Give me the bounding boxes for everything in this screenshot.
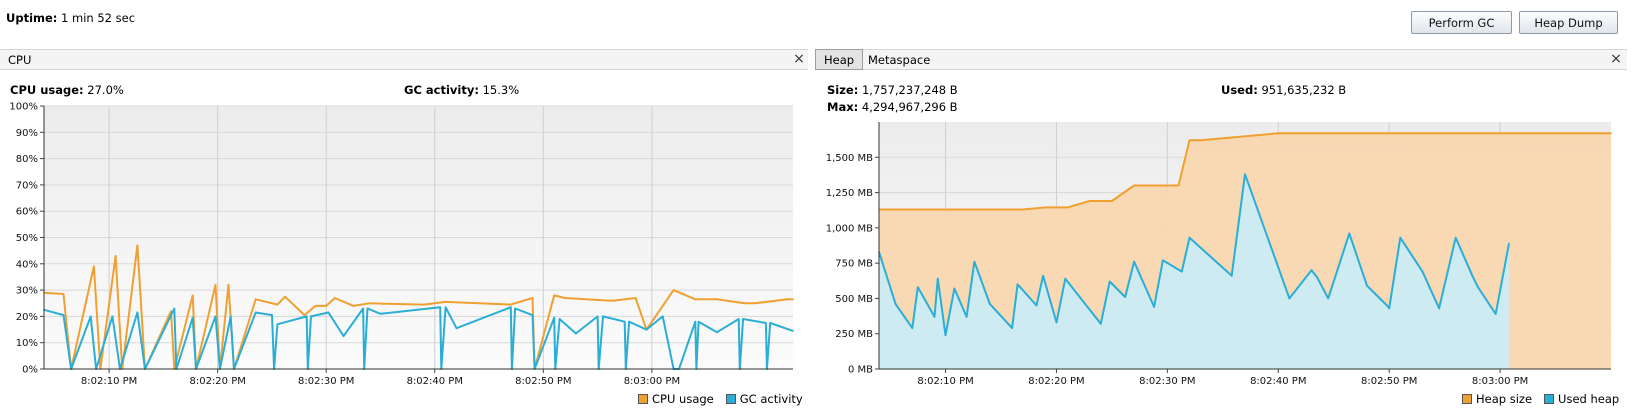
heap-plot: 0 MB 250 MB 500 MB 750 MB 1,000 MB 1,250 MB 1,… [826,122,1612,387]
heap-ytick-label: 1,500 MB [826,153,873,164]
heap-size-point [1111,200,1113,202]
used-heap-point [953,287,956,290]
heap-xtick-label: 8:02:50 PM [1361,376,1417,387]
used-heap-point [1244,173,1246,176]
heap-size-point [1610,132,1612,135]
used-heap-point [1310,269,1313,272]
used-heap-point [917,286,919,288]
used-heap-point [1366,284,1368,287]
used-heap-point [944,334,947,336]
heap-size-point [1044,206,1047,209]
used-heap-point [1133,260,1135,263]
used-heap-point [1508,242,1510,245]
used-heap-point [1124,296,1127,298]
used-heap-swatch [1544,394,1555,404]
used-heap-point [911,327,914,329]
heap-ytick-label: 1,000 MB [826,223,873,234]
heap-ytick-label: 750 MB [835,259,873,270]
heap-size-point [911,208,914,211]
heap-size-point [1133,184,1135,187]
heap-size-point [1177,184,1180,187]
used-heap-point [1055,321,1058,324]
heap-xtick-label: 8:02:40 PM [1250,376,1306,387]
used-heap-point [936,277,939,280]
used-heap-point [1421,270,1424,273]
used-heap-point [933,315,936,318]
used-heap-point [1388,307,1390,310]
used-heap-point [1083,301,1085,304]
used-heap-point [965,315,968,318]
used-heap-point [1454,236,1457,239]
used-heap-point [1316,276,1318,279]
heap-size-point [1066,206,1069,209]
used-heap-point [1108,280,1111,283]
heap-ytick-label: 500 MB [835,294,873,305]
used-heap-point [1011,327,1013,329]
used-heap-point [1042,275,1044,277]
used-heap-point [1438,307,1440,310]
heap-size-point [1199,139,1202,142]
heap-size-swatch [1462,394,1472,404]
used-heap-point [1348,232,1351,235]
used-heap-point [1064,277,1067,280]
heap-xtick-label: 8:02:30 PM [1139,376,1195,387]
used-heap-point [1327,297,1329,300]
heap-size-point [1022,208,1024,211]
used-heap-point [1494,313,1497,315]
heap-legend: Heap size Used heap [1462,392,1619,406]
heap-size-point [1088,200,1091,202]
used-heap-point [1230,275,1233,277]
used-heap-point [1188,236,1191,239]
used-heap-point [1100,323,1102,325]
used-heap-point [1288,297,1291,300]
used-heap-point [1162,259,1164,262]
used-heap-point [973,260,976,263]
heap-ytick-label: 1,250 MB [826,188,873,199]
legend-used-heap: Used heap [1558,392,1620,406]
legend-heap-size: Heap size [1476,392,1533,406]
heap-xtick-label: 8:02:10 PM [917,376,973,387]
used-heap-point [1035,304,1038,307]
used-heap-point [989,303,991,305]
used-heap-point [1016,283,1019,286]
heap-xtick-label: 8:02:20 PM [1028,376,1084,387]
heap-size-point [1277,132,1280,135]
used-heap-point [894,303,897,305]
used-heap-point [1386,304,1388,307]
used-heap-point [1180,270,1183,273]
used-heap-point [1477,286,1479,288]
used-heap-point [1153,306,1155,308]
heap-size-point [1188,139,1191,142]
heap-ytick-label: 0 MB [848,365,873,376]
used-heap-point [1471,275,1474,277]
heap-xtick-label: 8:03:00 PM [1472,376,1528,387]
used-heap-point [1399,236,1402,239]
heap-ytick-label: 250 MB [835,329,873,340]
